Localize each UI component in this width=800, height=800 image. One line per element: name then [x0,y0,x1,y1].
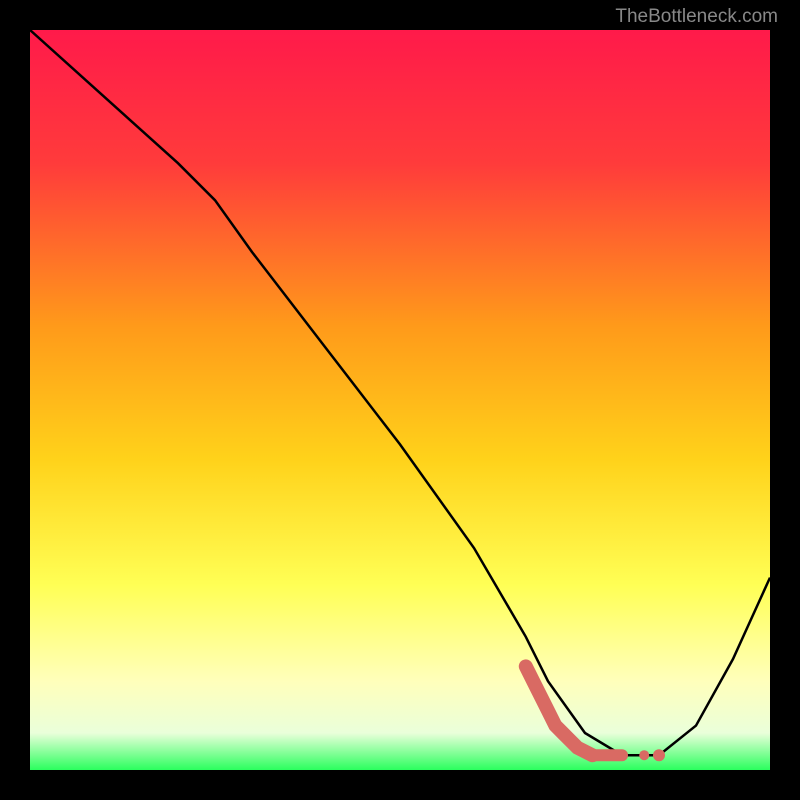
plot-area [30,30,770,770]
chart-container: TheBottleneck.com [0,0,800,800]
gradient-bg [30,30,770,770]
chart-svg [30,30,770,770]
watermark: TheBottleneck.com [615,6,778,28]
